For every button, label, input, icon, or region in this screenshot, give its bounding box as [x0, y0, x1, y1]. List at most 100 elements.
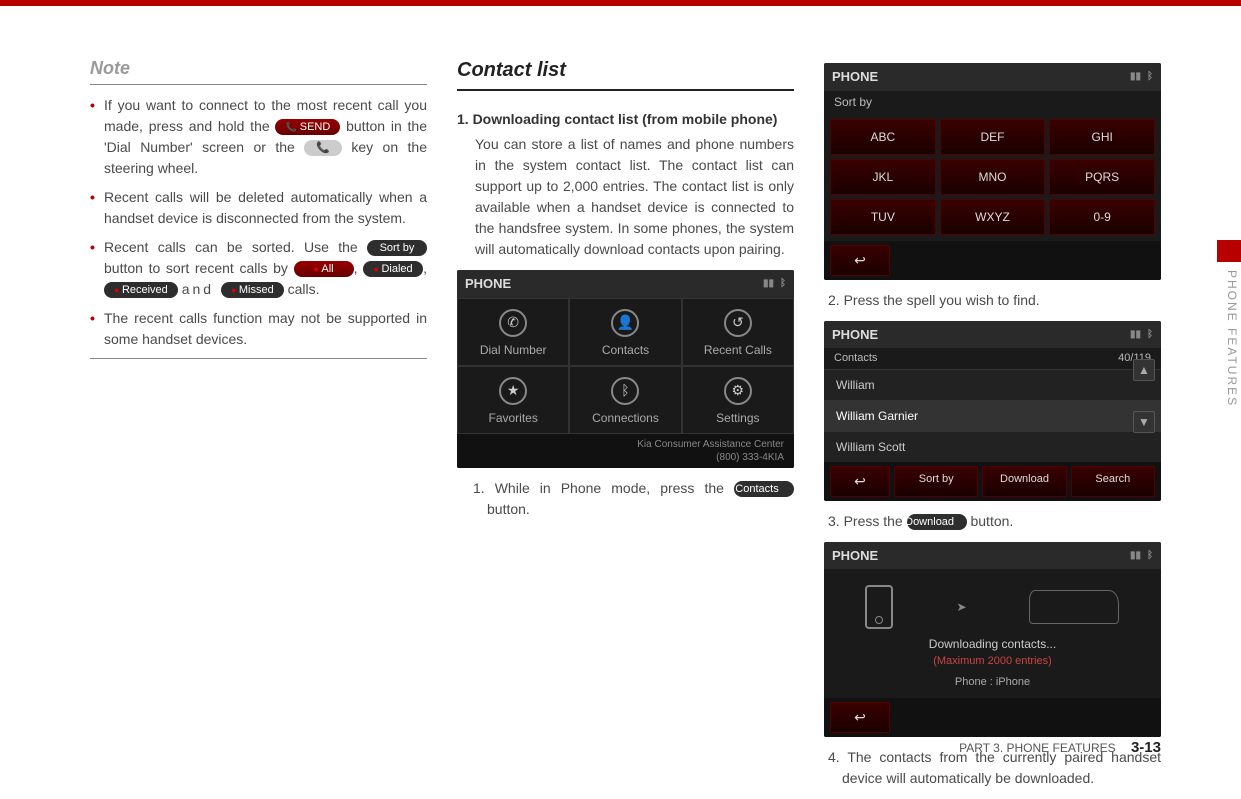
- download-pill: Download: [907, 514, 967, 530]
- sortby-pill: Sort by: [367, 240, 427, 256]
- back-row: ↩: [824, 241, 1161, 280]
- content-columns: Note If you want to connect to the most …: [90, 55, 1161, 799]
- sortby-def[interactable]: DEF: [940, 119, 1046, 155]
- ui-header: PHONE ▮▮ᛒ: [824, 542, 1161, 570]
- sortby-subtitle: Sort by: [824, 91, 1161, 113]
- signal-icon: ▮▮: [1130, 548, 1141, 563]
- substep-1: 1. While in Phone mode, press the Contac…: [457, 478, 794, 520]
- ui-footer: Kia Consumer Assistance Center (800) 333…: [457, 434, 794, 468]
- ui-header: PHONE ▮▮ ᛒ: [457, 270, 794, 298]
- back-row: ↩: [824, 698, 1161, 737]
- top-red-bar: [0, 0, 1241, 6]
- sortby-abc[interactable]: ABC: [830, 119, 936, 155]
- favorites-item[interactable]: ★Favorites: [457, 366, 569, 434]
- send-pill: 📞 SEND: [275, 119, 340, 135]
- sortby-ghi[interactable]: GHI: [1049, 119, 1155, 155]
- text: Recent calls can be sorted. Use the: [104, 239, 367, 255]
- settings-item[interactable]: ⚙Settings: [682, 366, 794, 434]
- recent-calls-item[interactable]: ↺Recent Calls: [682, 298, 794, 366]
- contacts-subheader: Contacts 40/119: [824, 348, 1161, 369]
- sortby-09[interactable]: 0-9: [1049, 199, 1155, 235]
- contacts-ui: PHONE ▮▮ᛒ Contacts 40/119 William Willia…: [824, 321, 1161, 501]
- sortby-ui: PHONE ▮▮ ᛒ Sort by ABC DEF GHI JKL MNO PQ…: [824, 63, 1161, 280]
- note-item-4: The recent calls function may not be sup…: [90, 308, 427, 350]
- sortby-button[interactable]: Sort by: [894, 466, 978, 497]
- step2: 2. Press the spell you wish to find.: [824, 290, 1161, 311]
- all-pill: All: [294, 261, 354, 277]
- note-item-2: Recent calls will be deleted automatical…: [90, 187, 427, 229]
- received-pill: Received: [104, 282, 178, 298]
- status-icons: ▮▮ ᛒ: [763, 276, 786, 291]
- downloading-ui: PHONE ▮▮ᛒ ➤ Downloading contacts... (Max…: [824, 542, 1161, 738]
- connections-icon: ᛒ: [611, 377, 639, 405]
- footer-part: PART 3. PHONE FEATURES: [959, 741, 1115, 755]
- side-tab: PHONE FEATURES: [1217, 240, 1241, 420]
- scroll-down[interactable]: ▼: [1133, 411, 1155, 433]
- settings-icon: ⚙: [724, 377, 752, 405]
- step3: 3. Press the Download button.: [824, 511, 1161, 532]
- note-item-3: Recent calls can be sorted. Use the Sort…: [90, 237, 427, 300]
- text: calls.: [288, 281, 320, 297]
- phone-key-pill: 📞: [304, 140, 342, 156]
- status-icons: ▮▮ ᛒ: [1130, 69, 1153, 84]
- column-3: PHONE ▮▮ ᛒ Sort by ABC DEF GHI JKL MNO PQ…: [824, 55, 1161, 799]
- sortby-tuv[interactable]: TUV: [830, 199, 936, 235]
- note-item-1: If you want to connect to the most recen…: [90, 95, 427, 179]
- signal-icon: ▮▮: [1130, 327, 1141, 342]
- column-2: Contact list 1. Downloading contact list…: [457, 55, 794, 799]
- signal-icon: ▮▮: [1130, 69, 1141, 84]
- ui-header: PHONE ▮▮ ᛒ: [824, 63, 1161, 91]
- download-button[interactable]: Download: [982, 466, 1066, 497]
- bt-icon: ᛒ: [1147, 69, 1153, 84]
- contact-list-heading: Contact list: [457, 55, 794, 91]
- dl-texts: Downloading contacts... (Maximum 2000 en…: [824, 635, 1161, 698]
- recent-icon: ↺: [724, 309, 752, 337]
- sortby-jkl[interactable]: JKL: [830, 159, 936, 195]
- phone-grid: ✆Dial Number 👤Contacts ↺Recent Calls ★Fa…: [457, 298, 794, 434]
- contacts-button-pill: Contacts: [734, 481, 794, 497]
- bt-icon: ᛒ: [1147, 548, 1153, 563]
- ui-title: PHONE: [832, 67, 878, 87]
- text: button to sort recent calls by: [104, 260, 294, 276]
- column-1: Note If you want to connect to the most …: [90, 55, 427, 799]
- sortby-pqrs[interactable]: PQRS: [1049, 159, 1155, 195]
- contact-row[interactable]: William Scott: [824, 431, 1161, 462]
- missed-pill: Missed: [221, 282, 284, 298]
- sortby-wxyz[interactable]: WXYZ: [940, 199, 1046, 235]
- back-button[interactable]: ↩: [830, 702, 890, 733]
- phone-icon: [865, 585, 893, 629]
- car-icon: [1029, 590, 1119, 624]
- page-footer: PART 3. PHONE FEATURES 3-13: [959, 737, 1161, 760]
- page-number: 3-13: [1131, 739, 1161, 756]
- ui-title: PHONE: [832, 325, 878, 345]
- status-icons: ▮▮ᛒ: [1130, 327, 1153, 342]
- ui-header: PHONE ▮▮ᛒ: [824, 321, 1161, 349]
- contact-row[interactable]: William: [824, 369, 1161, 400]
- search-button[interactable]: Search: [1071, 466, 1155, 497]
- note-heading: Note: [90, 55, 427, 85]
- dial-number-item[interactable]: ✆Dial Number: [457, 298, 569, 366]
- connections-item[interactable]: ᛒConnections: [569, 366, 681, 434]
- scroll-up[interactable]: ▲: [1133, 359, 1155, 381]
- contact-row[interactable]: William Garnier: [824, 400, 1161, 431]
- dial-icon: ✆: [499, 309, 527, 337]
- favorites-icon: ★: [499, 377, 527, 405]
- back-button[interactable]: ↩: [830, 466, 890, 497]
- step1-title: 1. Downloading contact list (from mobile…: [457, 109, 794, 130]
- send-icon: 📞: [285, 122, 296, 132]
- note-separator: [90, 358, 427, 359]
- contacts-icon: 👤: [611, 309, 639, 337]
- back-button[interactable]: ↩: [830, 245, 890, 276]
- dialed-pill: Dialed: [363, 261, 423, 277]
- status-icons: ▮▮ ᛒ: [1130, 548, 1153, 563]
- contacts-item[interactable]: 👤Contacts: [569, 298, 681, 366]
- side-tab-label: PHONE FEATURES: [1217, 262, 1241, 407]
- bt-icon: ᛒ: [780, 276, 786, 291]
- contacts-toolbar: ↩ Sort by Download Search: [824, 462, 1161, 501]
- text: and: [182, 281, 221, 297]
- sortby-grid: ABC DEF GHI JKL MNO PQRS TUV WXYZ 0-9: [824, 113, 1161, 241]
- ui-title: PHONE: [465, 274, 511, 294]
- sortby-mno[interactable]: MNO: [940, 159, 1046, 195]
- note-list: If you want to connect to the most recen…: [90, 95, 427, 350]
- signal-icon: ▮▮: [763, 276, 774, 291]
